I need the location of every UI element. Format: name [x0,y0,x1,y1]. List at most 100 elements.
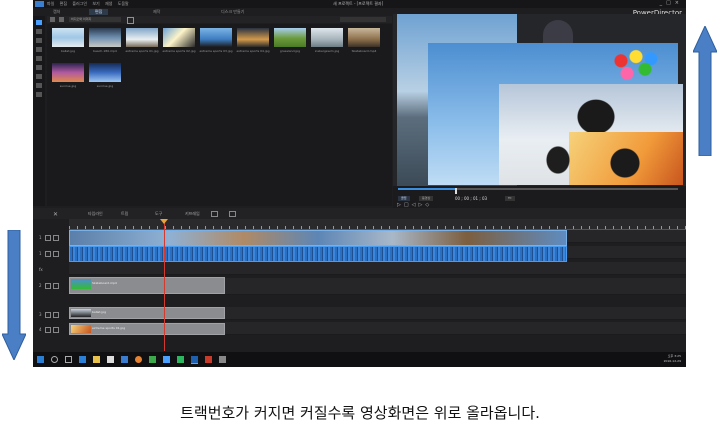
media-room-icon[interactable] [36,20,42,25]
library-thumb[interactable] [163,28,195,47]
tab-capture[interactable]: 캡처 [47,9,66,15]
library-item-label: sunrise.jpg [59,84,77,88]
media-icon[interactable] [163,356,170,363]
chapter-room-icon[interactable] [36,83,42,88]
menu-item-file[interactable]: 파일 [47,1,54,6]
menu-item-help[interactable]: 도움말 [118,1,129,6]
track-lock-icon[interactable] [53,235,59,241]
powerdirector-taskbar-icon[interactable] [191,356,198,364]
start-icon[interactable] [37,356,44,363]
main-audio-clip[interactable] [69,246,567,262]
store-icon[interactable] [107,356,114,363]
clip-thumb [71,325,91,333]
pdf-icon[interactable] [205,356,212,363]
track-lock-icon[interactable] [53,327,59,333]
plugin-icon[interactable] [59,17,64,22]
close-icon[interactable]: ✕ [53,211,58,218]
library-item-label: grassland.jpg [279,49,301,53]
mail-icon[interactable] [121,356,128,363]
tools-label[interactable]: 도구 [155,211,162,217]
library-item-label: extreme sports 01.jpg [125,49,159,53]
grid-view-icon[interactable] [127,17,134,24]
library-thumb[interactable] [311,28,343,47]
fx-room-icon[interactable] [36,29,42,34]
clip-label: Skateboard.mp4 [92,281,117,285]
library-item-label: beach-180.mp4 [93,49,117,53]
close-button[interactable]: × [675,0,683,6]
track-lock-icon[interactable] [53,312,59,318]
menu-item-edit[interactable]: 편집 [60,1,67,6]
import-icon[interactable] [50,17,55,22]
library-toolbar: 비디오와 이미지 [47,16,392,24]
movie-mode-button[interactable]: 동영상 [419,196,434,201]
playhead-handle-icon[interactable] [160,219,168,224]
clip-label: ballet.jpg [92,310,107,314]
trash-icon[interactable] [211,211,218,217]
title-room-icon[interactable] [36,56,42,61]
clip-mode-button[interactable]: 클립 [398,196,410,201]
scrubber-handle[interactable] [455,188,457,194]
track-visible-icon[interactable] [45,283,51,289]
track-lock-icon[interactable] [53,251,59,257]
main-video-clip[interactable] [69,230,567,246]
library-thumb[interactable] [200,28,232,47]
timeline-playhead[interactable] [164,219,165,351]
track-header-video4: 4 [33,324,69,336]
track-fx[interactable] [69,262,686,275]
window-title: 새 프로젝트 - [프로젝트 결과] [333,1,384,6]
tab-edit[interactable]: 편집 [89,9,109,15]
library-thumb[interactable] [237,28,269,47]
browser-icon[interactable] [135,356,142,363]
timeline-tool-label[interactable]: 타임라인 [88,211,103,217]
menu-item-playback[interactable]: 재생 [105,1,112,6]
search-input[interactable] [340,17,386,22]
subtitle-room-icon[interactable] [36,92,42,97]
search-icon[interactable] [51,356,58,363]
maximize-button[interactable]: □ [666,0,675,6]
library-thumb[interactable] [348,28,380,47]
menu-item-view[interactable]: 보기 [92,1,99,6]
trim-tool-label[interactable]: 트림 [121,211,128,217]
media-library: ballet.jpg beach-180.mp4 extreme sports … [47,24,392,206]
pip-room-icon[interactable] [36,38,42,43]
track-lock-icon[interactable] [53,283,59,289]
library-filter-select[interactable]: 비디오와 이미지 [69,17,121,22]
timeline-toolbar: ✕ 타임라인 트림 도구 키프레임 [33,208,686,219]
library-thumb[interactable] [274,28,306,47]
library-thumb[interactable] [52,63,84,82]
task-view-icon[interactable] [65,356,72,363]
tab-produce[interactable]: 제작 [147,9,166,15]
library-thumb[interactable] [126,28,158,47]
particle-room-icon[interactable] [36,47,42,52]
biker-silhouette [565,88,627,136]
track-visible-icon[interactable] [45,251,51,257]
preview-dome [543,20,573,44]
library-thumb[interactable] [89,63,121,82]
track-visible-icon[interactable] [45,312,51,318]
system-tray: 오후 3:25 2016-12-29 [664,354,681,364]
track-visible-icon[interactable] [45,235,51,241]
library-thumb[interactable] [89,28,121,47]
chat-icon[interactable] [177,356,184,363]
track-visible-icon[interactable] [45,327,51,333]
track4-clip[interactable]: extreme sports 01.jpg [69,323,225,335]
room-sidebar [33,16,45,206]
fit-icon[interactable] [229,211,236,217]
folder-icon[interactable] [93,356,100,363]
track-number: fx [39,267,43,272]
app-icon[interactable] [219,356,226,363]
library-item-label: sunrise.jpg [96,84,114,88]
audio-mixing-icon[interactable] [36,74,42,79]
track3-clip[interactable]: ballet.jpg [69,307,225,319]
library-thumb[interactable] [52,28,84,47]
edge-icon[interactable] [79,356,86,363]
menu-item-plugins[interactable]: 플러그인 [72,1,87,6]
zoom-select[interactable]: Fit [505,196,515,201]
transition-room-icon[interactable] [36,65,42,70]
spreadsheet-icon[interactable] [149,356,156,363]
tab-create-disc[interactable]: 디스크 만들기 [215,9,250,15]
library-item-label: Skateboard.mp4 [351,49,377,53]
preview-scrubber[interactable] [398,188,678,194]
keyframe-label[interactable]: 키프레임 [185,211,200,217]
track2-clip[interactable]: Skateboard.mp4 [69,277,225,294]
